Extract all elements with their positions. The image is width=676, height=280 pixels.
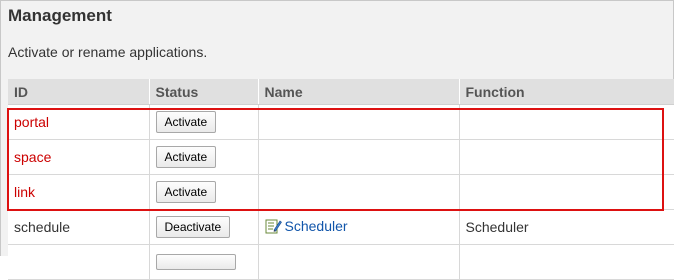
activate-button[interactable]: Activate [155, 111, 217, 133]
column-header-function: Function [458, 79, 674, 105]
table-row: portal Activate [8, 104, 674, 140]
status-cell [148, 244, 258, 280]
app-id [8, 244, 149, 280]
table-row: space Activate [8, 139, 674, 175]
edit-note-icon [265, 218, 282, 234]
activate-button[interactable]: Activate [155, 181, 217, 203]
status-cell: Activate [148, 174, 258, 210]
app-name-cell [257, 139, 459, 175]
column-header-status: Status [148, 79, 258, 105]
app-id: space [8, 139, 149, 175]
page-title: Management [8, 6, 112, 25]
applications-table: ID Status Name Function portal Activate … [8, 79, 674, 280]
app-id: link [8, 174, 149, 210]
app-function-cell [458, 139, 674, 175]
app-name-cell [257, 104, 459, 140]
app-name-cell [257, 244, 459, 280]
column-header-name: Name [257, 79, 459, 105]
table-row: schedule Deactivate Scheduler Scheduler [8, 209, 674, 245]
app-id: portal [8, 104, 149, 140]
status-cell: Activate [148, 104, 258, 140]
activate-button[interactable]: Activate [155, 146, 217, 168]
status-cell: Activate [148, 139, 258, 175]
app-name-link[interactable]: Scheduler [265, 218, 348, 234]
table-row: link Activate [8, 174, 674, 210]
app-function-cell [458, 244, 674, 280]
deactivate-button[interactable]: Deactivate [155, 216, 231, 238]
app-function-cell [458, 174, 674, 210]
app-id: schedule [8, 209, 149, 245]
table-row [8, 244, 674, 280]
app-name-cell: Scheduler [257, 209, 459, 245]
app-name-text: Scheduler [284, 217, 348, 234]
app-function-cell [458, 104, 674, 140]
app-name-cell [257, 174, 459, 210]
page-description: Activate or rename applications. [8, 44, 208, 60]
app-function-cell: Scheduler [458, 209, 674, 245]
status-cell: Deactivate [148, 209, 258, 245]
column-header-id: ID [8, 79, 149, 105]
table-header-row: ID Status Name Function [8, 79, 674, 105]
status-button-partial[interactable] [155, 254, 236, 270]
